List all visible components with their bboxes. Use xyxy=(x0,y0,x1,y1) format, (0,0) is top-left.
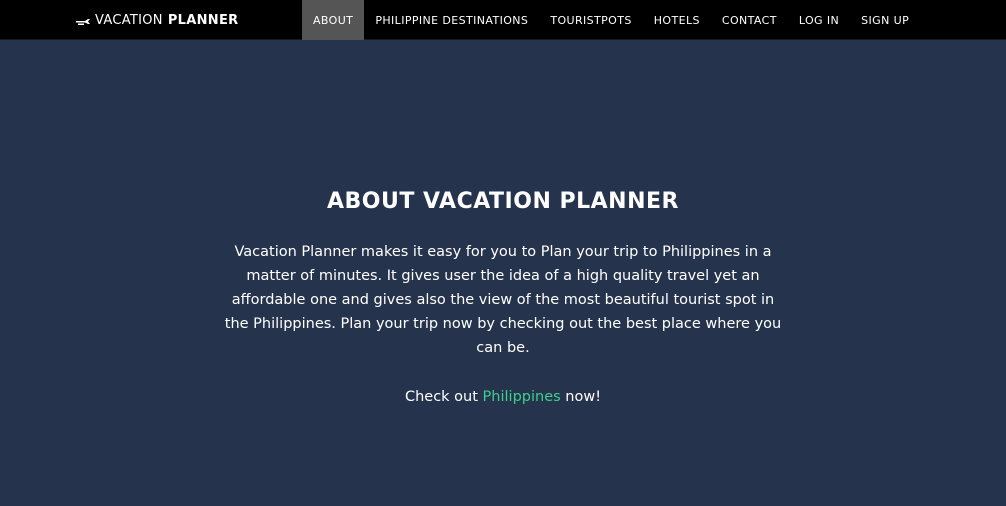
airplane-icon xyxy=(76,18,90,25)
nav-item-contact[interactable]: CONTACT xyxy=(711,0,788,40)
cta-suffix: now! xyxy=(560,389,602,405)
nav-item-about[interactable]: ABOUT xyxy=(302,0,365,40)
cta-prefix: Check out xyxy=(404,389,483,405)
philippines-link[interactable]: Philippines xyxy=(483,389,561,405)
nav-item-log-in[interactable]: LOG IN xyxy=(788,0,850,40)
call-to-action: Check out Philippines now! xyxy=(0,385,1006,409)
nav-item-touristpots[interactable]: TOURISTPOTS xyxy=(539,0,642,40)
main-nav: ABOUT PHILIPPINE DESTINATIONS TOURISTPOT… xyxy=(302,0,920,40)
nav-item-hotels[interactable]: HOTELS xyxy=(643,0,711,40)
nav-item-sign-up[interactable]: SIGN UP xyxy=(850,0,920,40)
nav-item-philippine-destinations[interactable]: PHILIPPINE DESTINATIONS xyxy=(364,0,539,40)
top-navbar: VACATION PLANNER ABOUT PHILIPPINE DESTIN… xyxy=(0,0,1006,40)
brand-logo-link[interactable]: VACATION PLANNER xyxy=(76,0,238,40)
about-description: Vacation Planner makes it easy for you t… xyxy=(224,244,782,356)
about-title: ABOUT VACATION PLANNER xyxy=(327,189,679,214)
brand-name-part2: PLANNER xyxy=(167,12,239,28)
about-section: ABOUT VACATION PLANNER Vacation Planner … xyxy=(0,186,1006,409)
brand-name-part1: VACATION xyxy=(95,12,163,28)
